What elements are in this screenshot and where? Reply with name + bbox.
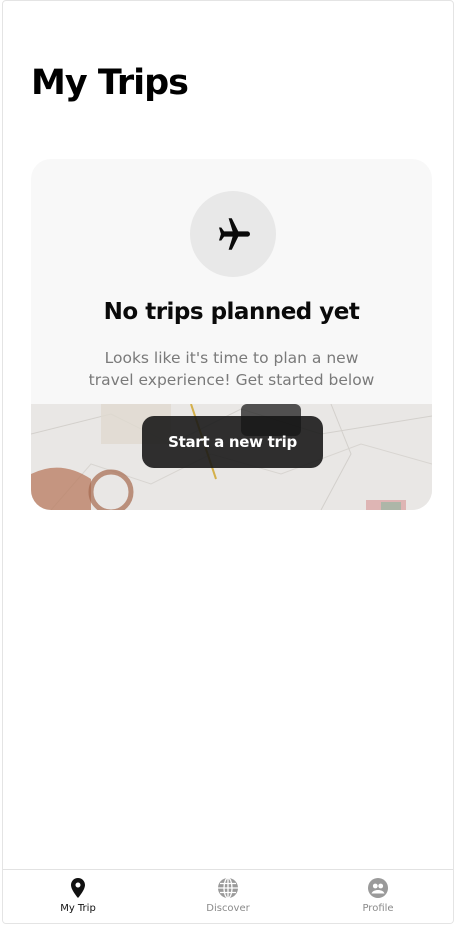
- empty-state-description: Looks like it's time to plan a new trave…: [88, 349, 375, 389]
- start-new-trip-button[interactable]: Start a new trip: [142, 416, 323, 468]
- map-pin-icon: [71, 878, 85, 898]
- nav-label-discover: Discover: [206, 903, 250, 914]
- airplane-icon: [219, 218, 250, 250]
- empty-trips-card: No trips planned yet Looks like it's tim…: [31, 159, 432, 510]
- user-circle-icon: [368, 878, 388, 898]
- bottom-navigation: My Trip Discover Profile: [3, 869, 453, 923]
- plane-icon-circle: [190, 191, 276, 277]
- nav-label-my-trip: My Trip: [60, 903, 96, 914]
- page-title: My Trips: [31, 63, 189, 103]
- globe-icon: [218, 877, 238, 899]
- nav-item-discover[interactable]: Discover: [153, 870, 303, 923]
- empty-state-title: No trips planned yet: [103, 299, 360, 325]
- app-frame: My Trips No trips planned yet Looks like…: [2, 0, 454, 924]
- nav-item-my-trip[interactable]: My Trip: [3, 870, 153, 923]
- nav-label-profile: Profile: [362, 903, 394, 914]
- nav-item-profile[interactable]: Profile: [303, 870, 453, 923]
